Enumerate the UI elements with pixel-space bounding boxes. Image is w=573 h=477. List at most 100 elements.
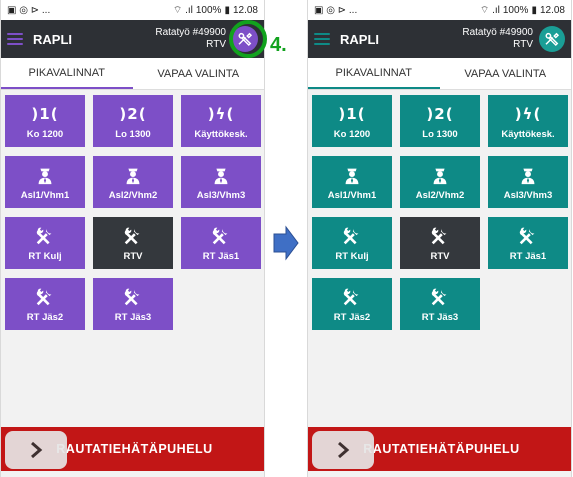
quick-select-tile[interactable]: RT Kulj xyxy=(5,217,85,269)
notification-icons: ▣ ◎ ⊳ ... xyxy=(7,4,51,16)
quick-select-tile[interactable]: Asl2/Vhm2 xyxy=(93,156,173,208)
tile-label: RTV xyxy=(430,251,450,262)
signal-icon: ⌔ .ıl xyxy=(172,4,193,16)
tile-label: Lo 1300 xyxy=(115,129,151,140)
channel-symbol: )2( xyxy=(426,105,454,123)
tile-label: RT Jäs3 xyxy=(421,312,459,323)
phone-screen-after: ▣ ◎ ⊳ ... ⌔ .ıl 100% ▮ 12.08 RAPLI Ratat… xyxy=(307,0,572,477)
tile-label: Asl2/Vhm2 xyxy=(108,190,158,201)
app-title: RAPLI xyxy=(340,31,379,47)
quick-select-tile[interactable]: Asl3/Vhm3 xyxy=(181,156,261,208)
highlight-circle xyxy=(229,20,267,58)
tools-icon xyxy=(122,224,144,248)
tile-label: Asl1/Vhm1 xyxy=(20,190,70,201)
quick-select-tile[interactable]: RTV xyxy=(93,217,173,269)
app-bar: RAPLI Ratatyö #49900 RTV xyxy=(308,20,571,58)
quick-select-tile[interactable]: )1(Ko 1200 xyxy=(312,95,392,147)
work-info: Ratatyö #49900 RTV xyxy=(462,27,533,51)
battery-level: 100% xyxy=(195,4,222,16)
tab-vapaa-valinta[interactable]: VAPAA VALINTA xyxy=(440,58,572,89)
quick-select-tile[interactable]: )2( Lo 1300 xyxy=(93,95,173,147)
quick-select-tile[interactable]: RT Jäs3 xyxy=(93,278,173,330)
quick-select-tile[interactable]: )ϟ(Käyttökesk. xyxy=(488,95,568,147)
tile-label: RT Kulj xyxy=(28,251,62,262)
clock: 12.08 xyxy=(539,4,565,16)
clock: 12.08 xyxy=(232,4,258,16)
tab-vapaa-valinta[interactable]: VAPAA VALINTA xyxy=(133,58,265,89)
channel-symbol: )ϟ( xyxy=(207,105,235,123)
emergency-call-bar[interactable]: RAUTATIEHÄTÄPUHELU xyxy=(308,427,571,471)
tab-bar: PIKAVALINNAT VAPAA VALINTA xyxy=(1,58,264,90)
radio-channel-icon: )2( xyxy=(426,102,453,126)
tab-pikavalinnat[interactable]: PIKAVALINNAT xyxy=(308,58,440,89)
tile-label: Käyttökesk. xyxy=(194,129,248,140)
work-number: Ratatyö #49900 xyxy=(155,27,226,38)
person-icon xyxy=(517,163,539,187)
radio-channel-icon: )ϟ( xyxy=(208,102,235,126)
work-info: Ratatyö #49900 RTV xyxy=(155,27,226,51)
tools-icon xyxy=(429,285,451,309)
tab-bar: PIKAVALINNAT VAPAA VALINTA xyxy=(308,58,571,90)
quick-select-tile[interactable]: RTV xyxy=(400,217,480,269)
person-icon xyxy=(341,163,363,187)
channel-symbol: )2( xyxy=(119,105,147,123)
quick-select-tile[interactable]: )ϟ( Käyttökesk. xyxy=(181,95,261,147)
tile-label: Asl3/Vhm3 xyxy=(503,190,553,201)
status-bar: ▣ ◎ ⊳ ... ⌔ .ıl 100% ▮ 12.08 xyxy=(1,0,264,20)
battery-level: 100% xyxy=(502,4,529,16)
menu-icon[interactable] xyxy=(314,33,330,45)
emergency-slide-handle[interactable] xyxy=(312,431,374,469)
tile-label: RT Jäs1 xyxy=(509,251,547,262)
emergency-slide-handle[interactable] xyxy=(5,431,67,469)
quick-select-tile[interactable]: )2( Lo 1300 xyxy=(400,95,480,147)
radio-channel-icon: )1( xyxy=(31,102,58,126)
arrow-right-icon xyxy=(273,225,299,261)
tile-label: Asl1/Vhm1 xyxy=(327,190,377,201)
tools-icon xyxy=(341,224,363,248)
quick-select-grid: )1(Ko 1200 )2( Lo 1300 )ϟ( Käyttökesk. Asl1/V… xyxy=(1,90,264,335)
tile-label: RT Jäs2 xyxy=(26,312,64,323)
battery-icon: ▮ xyxy=(224,4,230,16)
radio-channel-icon: )2( xyxy=(119,102,146,126)
person-icon xyxy=(34,163,56,187)
quick-select-tile[interactable]: )1(Ko 1200 xyxy=(5,95,85,147)
quick-select-tile[interactable]: Asl1/Vhm1 xyxy=(5,156,85,208)
person-icon xyxy=(210,163,232,187)
tools-icon xyxy=(34,285,56,309)
menu-icon[interactable] xyxy=(7,33,23,45)
person-icon xyxy=(122,163,144,187)
app-title: RAPLI xyxy=(33,31,72,47)
role-label: RTV xyxy=(206,39,226,50)
tile-label: RT Kulj xyxy=(335,251,369,262)
tools-icon xyxy=(429,224,451,248)
battery-icon: ▮ xyxy=(531,4,537,16)
quick-select-tile[interactable]: RT Jäs1 xyxy=(488,217,568,269)
person-icon xyxy=(429,163,451,187)
quick-select-tile[interactable]: RT Jäs1 xyxy=(181,217,261,269)
tile-label: Lo 1300 xyxy=(422,129,458,140)
quick-select-tile[interactable]: RT Jäs2 xyxy=(5,278,85,330)
tile-label: Asl3/Vhm3 xyxy=(196,190,246,201)
quick-select-tile[interactable]: RT Jäs3 xyxy=(400,278,480,330)
radio-channel-icon: )1( xyxy=(338,102,365,126)
tile-label: RT Jäs2 xyxy=(333,312,371,323)
tools-icon xyxy=(545,32,560,47)
tile-label: RT Jäs3 xyxy=(114,312,152,323)
app-bar: RAPLI Ratatyö #49900 RTV xyxy=(1,20,264,58)
quick-select-tile[interactable]: Asl2/Vhm2 xyxy=(400,156,480,208)
quick-select-tile[interactable]: Asl3/Vhm3 xyxy=(488,156,568,208)
quick-select-tile[interactable]: RT Jäs2 xyxy=(312,278,392,330)
emergency-call-bar[interactable]: RAUTATIEHÄTÄPUHELU xyxy=(1,427,264,471)
tools-icon xyxy=(517,224,539,248)
tools-icon xyxy=(122,285,144,309)
tools-icon xyxy=(210,224,232,248)
tab-pikavalinnat[interactable]: PIKAVALINNAT xyxy=(1,58,133,89)
role-avatar-button[interactable] xyxy=(539,26,565,52)
quick-select-tile[interactable]: Asl1/Vhm1 xyxy=(312,156,392,208)
work-number: Ratatyö #49900 xyxy=(462,27,533,38)
quick-select-tile[interactable]: RT Kulj xyxy=(312,217,392,269)
quick-select-grid: )1(Ko 1200 )2( Lo 1300 )ϟ(Käyttökesk. Asl1/V… xyxy=(308,90,571,335)
status-bar: ▣ ◎ ⊳ ... ⌔ .ıl 100% ▮ 12.08 xyxy=(308,0,571,20)
role-label: RTV xyxy=(513,39,533,50)
chevron-right-icon xyxy=(338,441,350,459)
